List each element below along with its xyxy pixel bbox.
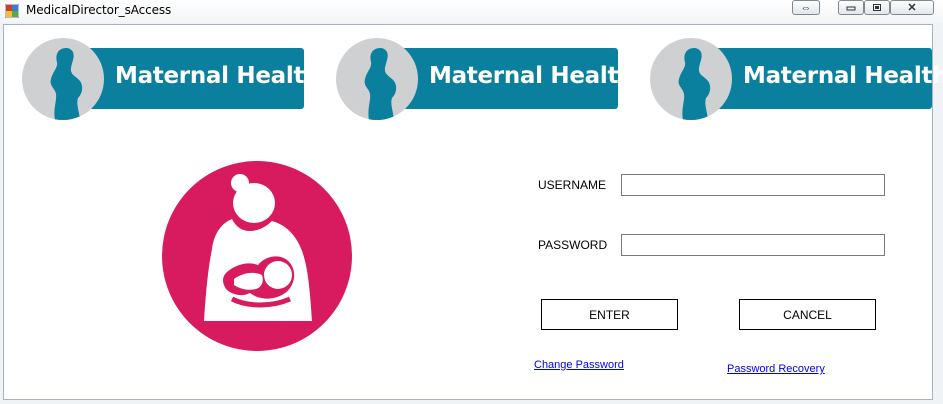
restore-icon [873,4,881,11]
minimize-button[interactable] [838,0,864,15]
password-recovery-link[interactable]: Password Recovery [727,363,825,375]
close-icon: ✕ [907,2,917,14]
mother-holding-baby-icon [162,161,352,351]
login-panel: Maternal Health Maternal Health Maternal… [3,24,943,400]
password-input[interactable] [621,234,885,256]
enter-button[interactable]: ENTER [541,299,678,330]
move-arrows-icon: ⇔ [800,1,812,14]
window-title: MedicalDirector_sAccess [26,3,172,17]
move-button[interactable]: ⇔ [792,0,820,15]
banner-label: Maternal Health [743,63,943,89]
pregnant-woman-icon [336,38,418,120]
maternal-health-banner: Maternal Health [650,38,943,124]
maternal-health-banner: Maternal Health [22,38,321,124]
banner-label: Maternal Health [115,63,321,89]
cancel-button[interactable]: CANCEL [739,299,876,330]
title-bar[interactable]: MedicalDirector_sAccess ⇔ ✕ [0,0,943,22]
close-button[interactable]: ✕ [890,0,934,15]
app-icon [5,4,19,18]
minimize-icon [846,6,856,10]
username-label: USERNAME [538,178,607,192]
password-label: PASSWORD [538,238,608,252]
pregnant-woman-icon [22,38,104,120]
username-input[interactable] [621,174,885,196]
pregnant-woman-icon [650,38,732,120]
change-password-link[interactable]: Change Password [534,359,624,371]
maternal-health-banner: Maternal Health [336,38,635,124]
restore-button[interactable] [864,0,890,15]
banner-label: Maternal Health [429,63,635,89]
